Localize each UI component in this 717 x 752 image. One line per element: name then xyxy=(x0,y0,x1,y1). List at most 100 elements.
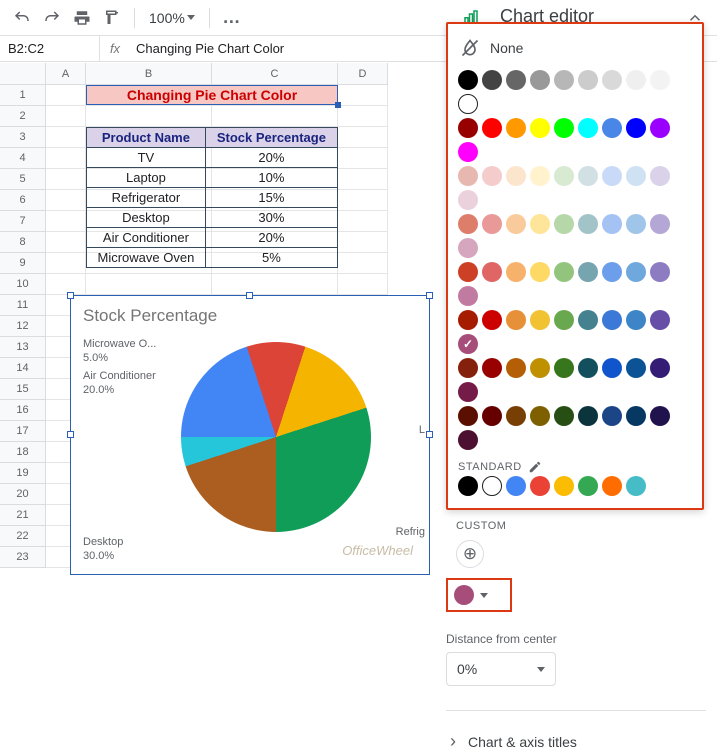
cell[interactable] xyxy=(86,274,212,295)
cell[interactable] xyxy=(86,106,212,127)
color-swatch[interactable] xyxy=(482,476,502,496)
color-swatch[interactable] xyxy=(506,310,526,330)
table-header[interactable]: Product Name xyxy=(87,128,206,148)
table-cell[interactable]: Desktop xyxy=(87,208,206,228)
color-swatch[interactable] xyxy=(602,406,622,426)
resize-handle[interactable] xyxy=(67,292,74,299)
color-swatch[interactable] xyxy=(506,118,526,138)
row-header[interactable]: 15 xyxy=(0,379,46,400)
color-swatch[interactable] xyxy=(602,358,622,378)
cell[interactable] xyxy=(338,127,388,148)
color-swatch[interactable] xyxy=(506,214,526,234)
row-header[interactable]: 14 xyxy=(0,358,46,379)
color-swatch[interactable] xyxy=(650,166,670,186)
color-swatch[interactable] xyxy=(482,166,502,186)
color-swatch[interactable] xyxy=(626,310,646,330)
color-swatch[interactable] xyxy=(458,476,478,496)
title-cell-selection[interactable]: Changing Pie Chart Color xyxy=(86,85,338,105)
color-swatch[interactable] xyxy=(482,262,502,282)
color-swatch[interactable] xyxy=(554,214,574,234)
paint-format-icon[interactable] xyxy=(100,6,124,30)
color-swatch[interactable] xyxy=(650,70,670,90)
row-header[interactable]: 3 xyxy=(0,127,46,148)
color-swatch[interactable] xyxy=(626,118,646,138)
selection-handle[interactable] xyxy=(335,102,341,108)
row-header[interactable]: 17 xyxy=(0,421,46,442)
row-header[interactable]: 7 xyxy=(0,211,46,232)
color-swatch[interactable] xyxy=(530,310,550,330)
color-swatch[interactable] xyxy=(602,262,622,282)
color-swatch[interactable] xyxy=(458,94,478,114)
cell[interactable] xyxy=(338,85,388,106)
row-header[interactable]: 16 xyxy=(0,400,46,421)
color-swatch[interactable] xyxy=(578,118,598,138)
color-swatch[interactable] xyxy=(554,406,574,426)
cell[interactable] xyxy=(338,169,388,190)
color-swatch[interactable] xyxy=(530,70,550,90)
color-swatch[interactable] xyxy=(458,286,478,306)
color-swatch[interactable] xyxy=(458,430,478,450)
color-swatch[interactable] xyxy=(530,476,550,496)
color-swatch[interactable] xyxy=(650,406,670,426)
color-swatch[interactable] xyxy=(506,358,526,378)
color-swatch[interactable] xyxy=(578,358,598,378)
table-cell[interactable]: 10% xyxy=(205,168,337,188)
row-header[interactable]: 23 xyxy=(0,547,46,568)
color-swatch[interactable] xyxy=(530,118,550,138)
table-header[interactable]: Stock Percentage xyxy=(205,128,337,148)
color-swatch[interactable] xyxy=(458,70,478,90)
pie-chart[interactable] xyxy=(181,342,371,532)
table-cell[interactable]: 20% xyxy=(205,228,337,248)
select-all-corner[interactable] xyxy=(0,63,46,85)
color-swatch[interactable] xyxy=(554,310,574,330)
cell[interactable] xyxy=(46,232,86,253)
cell[interactable] xyxy=(338,190,388,211)
cell[interactable] xyxy=(338,106,388,127)
cell[interactable] xyxy=(338,211,388,232)
row-header[interactable]: 11 xyxy=(0,295,46,316)
color-swatch[interactable] xyxy=(578,310,598,330)
print-icon[interactable] xyxy=(70,6,94,30)
table-cell[interactable]: Microwave Oven xyxy=(87,248,206,268)
color-swatch[interactable] xyxy=(578,262,598,282)
cell[interactable] xyxy=(46,148,86,169)
row-header[interactable]: 1 xyxy=(0,85,46,106)
color-swatch[interactable] xyxy=(554,118,574,138)
resize-handle[interactable] xyxy=(67,431,74,438)
redo-icon[interactable] xyxy=(40,6,64,30)
row-header[interactable]: 19 xyxy=(0,463,46,484)
cell[interactable] xyxy=(46,190,86,211)
edit-icon[interactable] xyxy=(528,460,542,474)
color-swatch[interactable] xyxy=(458,382,478,402)
color-swatch[interactable] xyxy=(602,214,622,234)
cell[interactable] xyxy=(46,106,86,127)
color-swatch[interactable] xyxy=(506,406,526,426)
resize-handle[interactable] xyxy=(246,292,253,299)
color-swatch[interactable] xyxy=(578,214,598,234)
table-cell[interactable]: Laptop xyxy=(87,168,206,188)
color-swatch[interactable] xyxy=(578,70,598,90)
color-swatch[interactable] xyxy=(506,166,526,186)
more-icon[interactable]: … xyxy=(220,6,244,30)
row-header[interactable]: 6 xyxy=(0,190,46,211)
cell[interactable] xyxy=(46,253,86,274)
color-swatch[interactable] xyxy=(650,358,670,378)
row-header[interactable]: 20 xyxy=(0,484,46,505)
color-swatch[interactable] xyxy=(530,358,550,378)
color-swatch[interactable] xyxy=(602,118,622,138)
col-header-B[interactable]: B xyxy=(86,63,212,85)
table-cell[interactable]: 20% xyxy=(205,148,337,168)
color-swatch[interactable] xyxy=(554,166,574,186)
resize-handle[interactable] xyxy=(426,431,433,438)
row-header[interactable]: 12 xyxy=(0,316,46,337)
undo-icon[interactable] xyxy=(10,6,34,30)
color-swatch[interactable] xyxy=(602,310,622,330)
color-swatch[interactable] xyxy=(482,70,502,90)
col-header-C[interactable]: C xyxy=(212,63,338,85)
table-cell[interactable]: 15% xyxy=(205,188,337,208)
color-swatch[interactable] xyxy=(458,214,478,234)
color-swatch[interactable] xyxy=(602,70,622,90)
color-swatch[interactable] xyxy=(458,166,478,186)
color-swatch[interactable] xyxy=(650,262,670,282)
cell[interactable] xyxy=(212,106,338,127)
